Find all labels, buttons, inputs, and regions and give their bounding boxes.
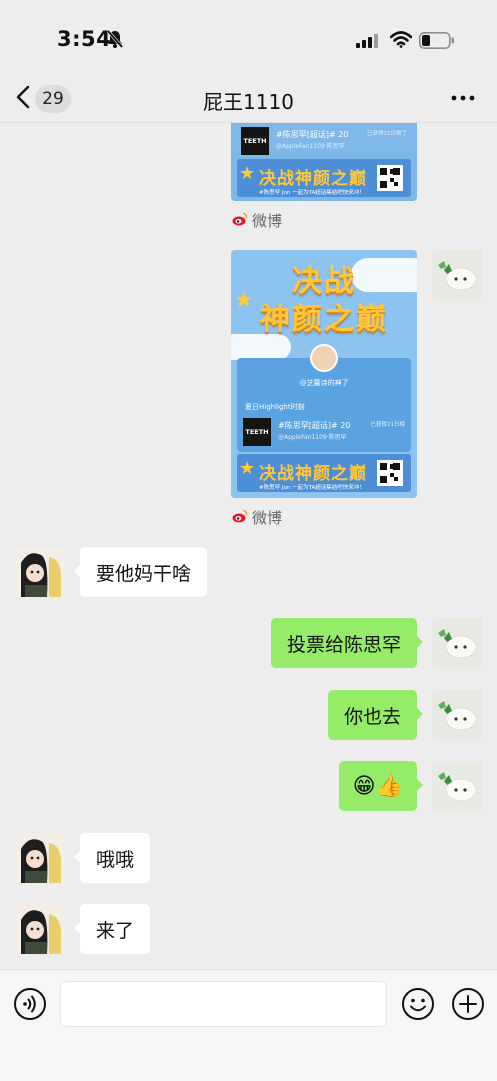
message-bubble-outgoing[interactable]: 你也去 [327,690,424,740]
battery-icon [419,32,455,53]
poster-title-line2: 神颜之巅 [260,302,388,337]
source-name: 微博 [252,509,283,527]
card-timestamp: 已获得21日榜了 [367,131,407,137]
message-bubble-incoming[interactable]: 要他妈干啥 [73,547,208,597]
card-handle: @AppleFan1109·陈思罕 [276,143,345,150]
my-avatar[interactable] [432,690,482,740]
card-banner: ★ 决战神颜之巅 #陈思罕 Jon 一起为TA超话集结吧快来冲！ [237,159,411,197]
message-input[interactable] [60,981,387,1027]
banner-subtitle: #陈思罕 Jon 一起为TA超话集结吧快来冲！ [259,485,365,491]
voice-button[interactable] [13,987,47,1025]
weibo-share-card[interactable]: TEETH #陈思罕[超话]# 20 @AppleFan1109·陈思罕 已获得… [231,123,417,201]
emoji-button[interactable] [401,987,435,1025]
card-topic: #陈思罕[超话]# 20 [278,421,351,430]
banner-subtitle: #陈思罕 Jon 一起为TA超话集结吧快来冲！ [259,190,365,196]
friend-avatar[interactable] [15,833,65,883]
friend-avatar[interactable] [15,904,65,954]
emoji-icon [401,988,435,1025]
message-bubble-incoming[interactable]: 哦哦 [73,833,151,883]
message-list[interactable]: TEETH #陈思罕[超话]# 20 @AppleFan1109·陈思罕 已获得… [0,123,497,969]
card-inner-panel: @芝蕾诗的神了 夏日Highlight时刻 TEETH #陈思罕[超话]# 20… [237,344,411,452]
weibo-icon [232,509,248,527]
message-bubble-incoming[interactable]: 来了 [73,904,151,954]
card-handle: @AppleFan1109·陈思罕 [278,434,347,441]
card-owner: @芝蕾诗的神了 [299,379,349,387]
card-timestamp: 已获得21日榜 [370,422,406,428]
star-decoration: ★ [239,163,256,184]
author-avatar [310,344,338,372]
plus-icon [451,988,485,1025]
card-topic-row: TEETH #陈思罕[超话]# 20 @AppleFan1109·陈思罕 已获得… [243,418,405,446]
qr-code [377,165,403,191]
weibo-icon [232,212,248,230]
message-bubble-outgoing[interactable]: 😁👍 [338,761,424,811]
star-decoration: ★ [239,458,256,479]
card-topic: #陈思罕[超话]# 20 [276,130,349,139]
add-button[interactable] [451,987,485,1025]
source-label: 微博 [232,507,282,528]
voice-icon [13,988,47,1025]
teeth-logo: TEETH [243,418,271,446]
status-bar: 3:54 [0,0,497,80]
banner-title: 决战神颜之巅 [259,169,367,189]
card-highlight: 夏日Highlight时刻 [245,403,305,411]
my-avatar[interactable] [432,250,482,300]
wifi-icon [389,31,413,52]
qr-code [377,460,403,486]
message-bubble-outgoing[interactable]: 投票给陈思罕 [270,618,424,668]
weibo-share-card[interactable]: ★ 决战 神颜之巅 @芝蕾诗的神了 夏日Highlight时刻 TEETH #陈… [231,250,417,498]
chat-header: 29 屁王1110 [0,76,497,123]
friend-avatar[interactable] [15,547,65,597]
more-button[interactable] [451,88,475,112]
source-name: 微博 [252,212,283,230]
source-label: 微博 [232,210,282,231]
my-avatar[interactable] [432,618,482,668]
mute-icon [106,29,124,53]
status-time: 3:54 [57,27,112,51]
my-avatar[interactable] [432,761,482,811]
signal-icon [356,33,380,52]
message-composer [0,969,497,1081]
card-topic-row: TEETH #陈思罕[超话]# 20 @AppleFan1109·陈思罕 已获得… [241,127,407,155]
poster-title-line1: 决战 [292,264,356,299]
chat-title: 屁王1110 [203,90,294,114]
banner-title: 决战神颜之巅 [259,464,367,484]
card-banner: ★ 决战神颜之巅 #陈思罕 Jon 一起为TA超话集结吧快来冲！ [237,454,411,492]
teeth-logo: TEETH [241,127,269,155]
more-icon [451,93,475,112]
